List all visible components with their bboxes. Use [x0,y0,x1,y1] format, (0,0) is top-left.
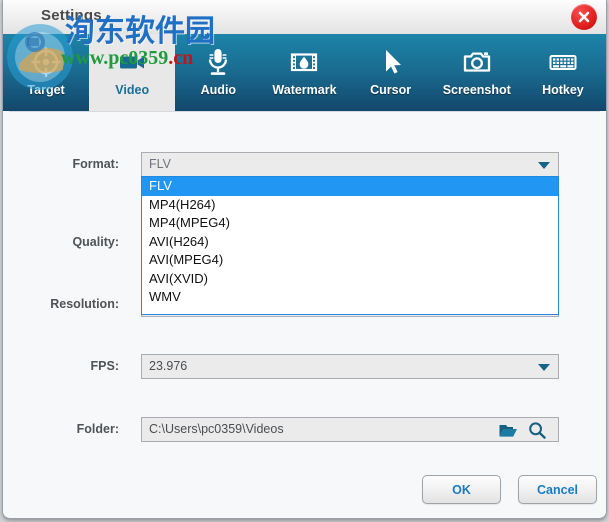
format-combo[interactable]: FLV [141,152,559,177]
keyboard-icon [547,44,579,80]
format-label: Format: [72,157,119,171]
cursor-arrow-icon [375,44,407,80]
video-settings-panel: Format: FLV Quality: Resolution: Origina… [3,111,606,517]
folder-field[interactable]: C:\Users\pc0359\Videos [141,417,559,442]
tab-label-audio: Audio [200,83,237,97]
tab-watermark[interactable]: Watermark [261,34,347,111]
settings-window: Settings Target Video Audio Watermark Cu… [2,0,607,519]
tab-label-watermark: Watermark [272,83,337,97]
video-camera-icon [116,44,148,80]
tab-screenshot[interactable]: Screenshot [434,34,520,111]
tab-label-hotkey: Hotkey [542,83,584,97]
ok-button-label: OK [452,482,471,497]
format-option[interactable]: AVI(XVID) [142,270,558,289]
target-icon [30,44,62,80]
microphone-icon [202,44,234,80]
format-dropdown-list[interactable]: FLV MP4(H264) MP4(MPEG4) AVI(H264) AVI(MPEG4… [141,176,559,315]
cancel-button-label: Cancel [537,482,578,497]
folder-field-value: C:\Users\pc0359\Videos [149,422,284,436]
chevron-down-icon [538,364,550,371]
folder-icon[interactable] [498,421,518,445]
tab-label-cursor: Cursor [370,83,412,97]
close-icon [578,11,590,23]
watermark-film-icon [288,44,320,80]
title-bar: Settings [3,0,606,35]
tab-video[interactable]: Video [89,34,176,111]
tab-label-target: Target [27,83,65,97]
cancel-button[interactable]: Cancel [518,475,597,504]
folder-label: Folder: [76,422,119,436]
format-option[interactable]: FLV [142,177,558,196]
fps-label: FPS: [90,359,119,373]
close-button[interactable] [571,4,597,30]
format-option[interactable]: MP4(H264) [142,196,558,215]
tab-target[interactable]: Target [3,34,89,111]
chevron-down-icon [538,162,550,169]
tab-label-screenshot: Screenshot [442,83,511,97]
format-option[interactable]: AVI(MPEG4) [142,251,558,270]
tab-audio[interactable]: Audio [175,34,261,111]
window-title: Settings [41,7,102,24]
camera-icon [461,44,493,80]
tab-cursor[interactable]: Cursor [348,34,434,111]
resolution-label: Resolution: [50,297,119,311]
search-icon[interactable] [527,421,547,445]
format-option[interactable]: AVI(H264) [142,233,558,252]
ok-button[interactable]: OK [422,475,501,504]
format-combo-value: FLV [149,157,171,171]
format-option[interactable]: MP4(MPEG4) [142,214,558,233]
tab-hotkey[interactable]: Hotkey [520,34,606,111]
tab-label-video: Video [115,83,150,97]
tab-bar: Target Video Audio Watermark Cursor Scre… [3,34,606,111]
format-option[interactable]: WMV [142,288,558,307]
fps-combo-value: 23.976 [149,359,188,373]
quality-label: Quality: [72,235,119,249]
fps-combo[interactable]: 23.976 [141,354,559,379]
